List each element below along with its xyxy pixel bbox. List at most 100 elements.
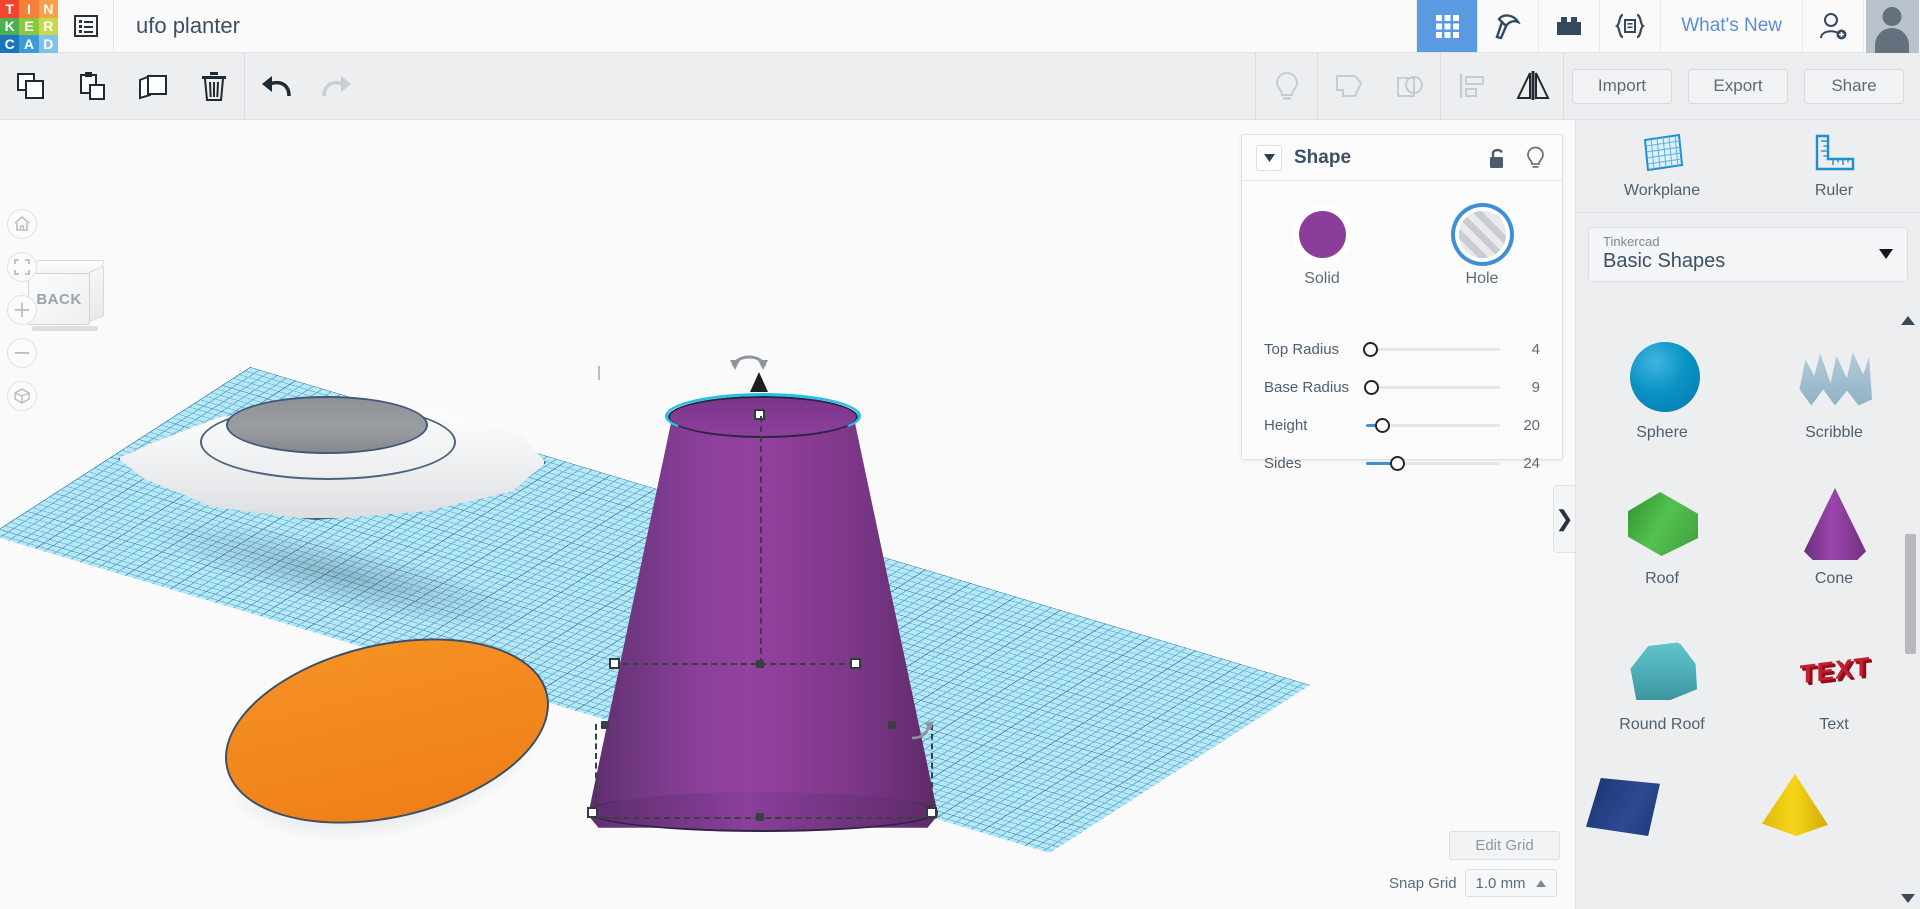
codeblocks-button[interactable] — [1599, 0, 1660, 52]
panel-toggle-button[interactable]: ❯ — [1553, 485, 1575, 553]
shape-item-scribble[interactable]: Scribble — [1748, 316, 1920, 462]
view-cube[interactable]: BACK — [28, 260, 106, 332]
copy-button[interactable] — [0, 53, 61, 120]
ruler-tool[interactable]: Ruler — [1748, 120, 1920, 212]
bbox-handle-bottom-left[interactable] — [587, 807, 598, 818]
shape-library-grid[interactable]: Sphere Scribble Roof Cone Round Roof TEX… — [1576, 312, 1920, 909]
slider-height: Height 20 — [1264, 406, 1540, 444]
slider-track-area[interactable] — [1360, 415, 1506, 435]
tinkercad-logo[interactable]: T I N K E R C A D — [0, 0, 58, 53]
slider-track-area[interactable] — [1360, 377, 1506, 397]
design-title[interactable]: ufo planter — [114, 0, 240, 52]
lego-button[interactable] — [1538, 0, 1599, 52]
shape-label: Cone — [1814, 570, 1854, 587]
slider-track-area[interactable] — [1360, 453, 1506, 473]
slider-value[interactable]: 20 — [1506, 417, 1540, 434]
zoom-in-button[interactable] — [7, 295, 37, 325]
slider-knob[interactable] — [1390, 455, 1405, 471]
slider-knob[interactable] — [1364, 379, 1379, 395]
duplicate-button[interactable] — [122, 53, 183, 120]
documents-list-button[interactable] — [58, 0, 114, 52]
ungroup-button[interactable] — [1379, 53, 1440, 120]
inspector-header: Shape — [1242, 135, 1562, 181]
solid-color-swatch[interactable] — [1298, 211, 1346, 258]
minus-icon — [15, 352, 29, 354]
hint-lightbulb-button[interactable] — [1522, 146, 1548, 169]
rotate-handle-icon[interactable] — [728, 348, 770, 374]
slider-track-area[interactable] — [1360, 339, 1506, 359]
fit-to-view-button[interactable] — [7, 252, 37, 282]
snap-grid-control: Snap Grid 1.0 mm — [1389, 869, 1557, 897]
height-arrow-handle[interactable] — [750, 372, 768, 392]
radius-handle-left[interactable] — [609, 658, 620, 669]
shape-item-text[interactable]: TEXT Text — [1748, 608, 1920, 754]
roof-thumbnail — [1616, 482, 1708, 564]
mirror-button[interactable] — [1502, 53, 1563, 120]
lightbulb-icon — [1526, 146, 1544, 168]
sidebar-scrollbar-thumb[interactable] — [1905, 534, 1916, 654]
radius-handle-right[interactable] — [850, 658, 861, 669]
slider-track — [1366, 347, 1500, 351]
ufo-saucer-object[interactable] — [118, 382, 548, 522]
shape-library-dropdown[interactable]: Tinkercad Basic Shapes — [1588, 227, 1908, 282]
slider-value[interactable]: 4 — [1506, 341, 1540, 358]
snap-grid-select[interactable]: 1.0 mm — [1464, 869, 1557, 897]
rotate-base-handle-icon[interactable] — [908, 716, 934, 742]
hole-swatch[interactable] — [1458, 211, 1506, 258]
slider-value[interactable]: 9 — [1506, 379, 1540, 396]
solid-option[interactable]: Solid — [1242, 211, 1402, 288]
redo-button[interactable] — [306, 53, 367, 120]
view-cube-side-face[interactable] — [89, 265, 104, 323]
sphere-thumbnail — [1616, 336, 1708, 418]
logo-tile: D — [38, 35, 58, 53]
shape-item-roof[interactable]: Roof — [1576, 462, 1748, 608]
user-avatar-button[interactable] — [1863, 0, 1920, 53]
library-source-label: Tinkercad — [1603, 234, 1660, 249]
apps-grid-button[interactable] — [1416, 0, 1478, 52]
unlock-icon — [1490, 148, 1503, 168]
home-view-button[interactable] — [7, 209, 37, 239]
slider-label: Top Radius — [1264, 340, 1340, 358]
slider-label: Sides — [1264, 454, 1302, 472]
undo-button[interactable] — [245, 53, 306, 120]
paste-icon — [79, 72, 105, 100]
slider-knob[interactable] — [1375, 417, 1390, 433]
paste-button[interactable] — [61, 53, 122, 120]
shape-item-box[interactable] — [1576, 754, 1748, 836]
bbox-handle-bottom-right[interactable] — [926, 807, 937, 818]
minecraft-button[interactable] — [1477, 0, 1538, 52]
lock-button[interactable] — [1484, 147, 1510, 169]
slider-track — [1366, 385, 1500, 389]
align-button[interactable] — [1441, 53, 1502, 120]
share-button[interactable]: Share — [1804, 68, 1904, 104]
logo-tile: I — [19, 0, 39, 18]
shape-item-sphere[interactable]: Sphere — [1576, 316, 1748, 462]
center-axis-line — [760, 416, 762, 664]
slider-value[interactable]: 24 — [1506, 455, 1540, 472]
text-thumbnail: TEXT — [1788, 628, 1880, 710]
hole-option[interactable]: Hole — [1402, 211, 1562, 288]
zoom-out-button[interactable] — [7, 338, 37, 368]
center-dot — [756, 660, 764, 668]
snap-grid-label: Snap Grid — [1389, 874, 1457, 892]
shape-item-round-roof[interactable]: Round Roof — [1576, 608, 1748, 754]
hint-button[interactable] — [1256, 53, 1317, 120]
ortho-perspective-button[interactable] — [7, 381, 37, 411]
shape-item-pyramid[interactable] — [1748, 754, 1920, 836]
purple-cone-object[interactable] — [588, 392, 938, 832]
export-button[interactable]: Export — [1688, 68, 1788, 104]
delete-button[interactable] — [183, 53, 244, 120]
workplane-tool[interactable]: Workplane — [1576, 120, 1748, 212]
whats-new-button[interactable]: What's New — [1660, 0, 1802, 52]
cube-view-icon — [14, 388, 30, 404]
edit-grid-button[interactable]: Edit Grid — [1449, 831, 1560, 860]
scroll-down-caret-icon[interactable] — [1901, 894, 1915, 903]
slider-knob[interactable] — [1363, 341, 1378, 357]
inspector-collapse-button[interactable] — [1256, 144, 1282, 171]
import-button[interactable]: Import — [1572, 68, 1672, 104]
shape-item-cone[interactable]: Cone — [1748, 462, 1920, 608]
group-button[interactable] — [1318, 53, 1379, 120]
scroll-up-caret-icon[interactable] — [1901, 316, 1915, 325]
invite-button[interactable] — [1802, 0, 1863, 52]
view-cube-front-face[interactable]: BACK — [28, 273, 90, 325]
